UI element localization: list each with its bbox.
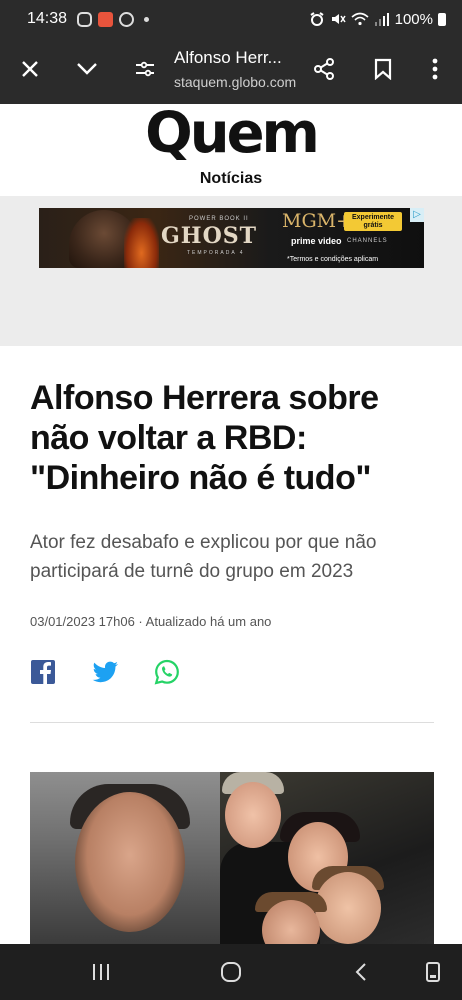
more-notifications-icon <box>144 16 150 22</box>
page-title[interactable]: Alfonso Herr... <box>174 48 282 68</box>
ad-area: POWER BOOK II GHOST TEMPORADA 4 MGM+ Exp… <box>0 196 462 346</box>
recent-apps-button[interactable] <box>86 958 116 986</box>
ad-mgm-logo: MGM+ <box>282 210 353 232</box>
photo-face-man-blond <box>225 782 281 848</box>
youtube-icon <box>119 11 135 27</box>
signal-icon <box>374 12 389 26</box>
share-icon <box>314 58 334 80</box>
system-navigation-bar <box>0 944 462 1000</box>
mute-icon <box>331 14 346 24</box>
more-options-button[interactable] <box>418 52 452 86</box>
ad-image-fire <box>124 218 159 268</box>
whatsapp-icon <box>154 659 179 685</box>
browser-toolbar: Alfonso Herr... staquem.globo.com <box>0 38 462 104</box>
page-settings-button[interactable] <box>128 52 162 86</box>
page-domain[interactable]: staquem.globo.com <box>174 74 296 90</box>
battery-level: 100% <box>394 10 433 28</box>
app-notification-icon <box>98 11 114 27</box>
battery-icon <box>438 12 446 26</box>
home-button[interactable] <box>216 958 246 986</box>
facebook-share-button[interactable] <box>30 659 56 685</box>
phone-rotate-icon <box>426 962 440 982</box>
alarm-icon <box>310 12 324 26</box>
photo-face-man-selfie <box>75 792 185 932</box>
wifi-icon <box>351 12 369 26</box>
twitter-icon <box>92 661 118 683</box>
article-subtitle: Ator fez desabafo e explicou por que não… <box>30 532 377 582</box>
twitter-share-button[interactable] <box>92 659 118 685</box>
ad-cta-button[interactable]: Experimente grátis <box>344 212 402 231</box>
status-time: 14:38 <box>27 10 68 27</box>
site-header: Quem Notícias <box>0 104 462 196</box>
back-icon <box>355 963 366 981</box>
collapse-button[interactable] <box>70 52 104 86</box>
facebook-icon <box>31 660 55 684</box>
ad-prime-video-logo: prime video <box>291 236 342 246</box>
close-button[interactable] <box>13 52 47 86</box>
bookmark-icon <box>374 58 392 80</box>
instagram-icon <box>77 11 93 27</box>
status-bar: 14:38 100% <box>0 0 462 38</box>
screen-rotate-button[interactable] <box>418 958 448 986</box>
ad-ghost-pretitle: POWER BOOK II <box>189 216 249 222</box>
share-row <box>30 659 230 687</box>
whatsapp-share-button[interactable] <box>154 659 180 685</box>
chevron-down-icon <box>77 63 97 75</box>
ad-terms: *Termos e condições aplicam <box>287 256 379 263</box>
recent-apps-icon <box>93 964 109 980</box>
article-meta: 03/01/2023 17h06 · Atualizado há um ano <box>30 614 272 629</box>
ad-channels-label: CHANNELS <box>347 238 388 244</box>
home-icon <box>221 962 241 982</box>
ad-ghost-season: TEMPORADA 4 <box>187 250 245 256</box>
tune-icon <box>136 61 154 77</box>
site-logo[interactable]: Quem <box>0 104 462 164</box>
share-button[interactable] <box>307 52 341 86</box>
bookmark-button[interactable] <box>366 52 400 86</box>
back-button[interactable] <box>346 958 376 986</box>
article-headline: Alfonso Herrera sobre não voltar a RBD: … <box>30 379 379 497</box>
divider <box>30 722 434 723</box>
adchoices-icon[interactable]: ▷ <box>410 208 424 222</box>
ad-banner[interactable]: POWER BOOK II GHOST TEMPORADA 4 MGM+ Exp… <box>39 208 424 268</box>
more-vert-icon <box>432 58 438 80</box>
section-name[interactable]: Notícias <box>0 170 462 188</box>
article-photo[interactable] <box>30 772 434 944</box>
ad-ghost-title: GHOST <box>161 223 257 249</box>
close-icon <box>22 61 38 77</box>
